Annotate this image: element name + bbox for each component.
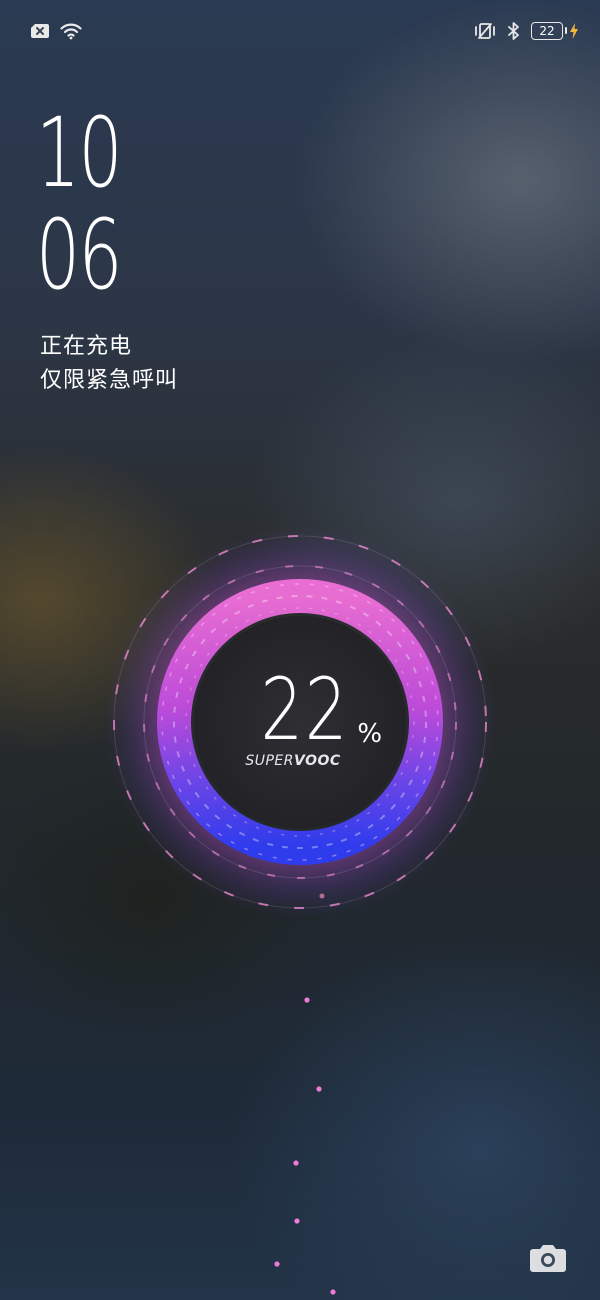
charging-bolt-icon: [570, 23, 578, 39]
status-left: [30, 22, 82, 40]
battery-percent: 22: [260, 660, 349, 760]
percent-sign: %: [357, 719, 383, 749]
particle: [330, 1289, 336, 1295]
charge-readout: 22 % SUPERVOOC: [100, 522, 500, 922]
clock: 10 06: [36, 97, 123, 311]
lock-screen: 22 10 06 正在充电 仅限紧急呼叫 22 % SUPERVOOC: [0, 0, 600, 1300]
battery-icon: 22: [531, 22, 567, 40]
lock-status-texts: 正在充电 仅限紧急呼叫: [40, 330, 178, 398]
camera-icon: [530, 1245, 566, 1272]
particle: [274, 1261, 280, 1267]
percent-row: 22 %: [248, 667, 382, 753]
status-bar: 22: [30, 18, 578, 44]
bluetooth-icon: [507, 22, 521, 40]
battery-indicator: 22: [531, 22, 578, 40]
particle: [316, 1086, 322, 1092]
charging-status-text: 正在充电: [40, 334, 133, 359]
wifi-icon: [60, 22, 82, 40]
clock-minute: 06: [36, 199, 123, 311]
clock-hour: 10: [36, 97, 123, 209]
charging-indicator: 22 % SUPERVOOC: [100, 522, 500, 922]
camera-shortcut-button[interactable]: [528, 1240, 568, 1276]
emergency-call-link[interactable]: 仅限紧急呼叫: [40, 364, 178, 398]
particle: [293, 1160, 299, 1166]
particle: [294, 1218, 300, 1224]
particle: [304, 997, 310, 1003]
vibrate-icon: [473, 22, 497, 40]
sim-error-icon: [30, 23, 50, 39]
status-right: 22: [473, 22, 578, 40]
